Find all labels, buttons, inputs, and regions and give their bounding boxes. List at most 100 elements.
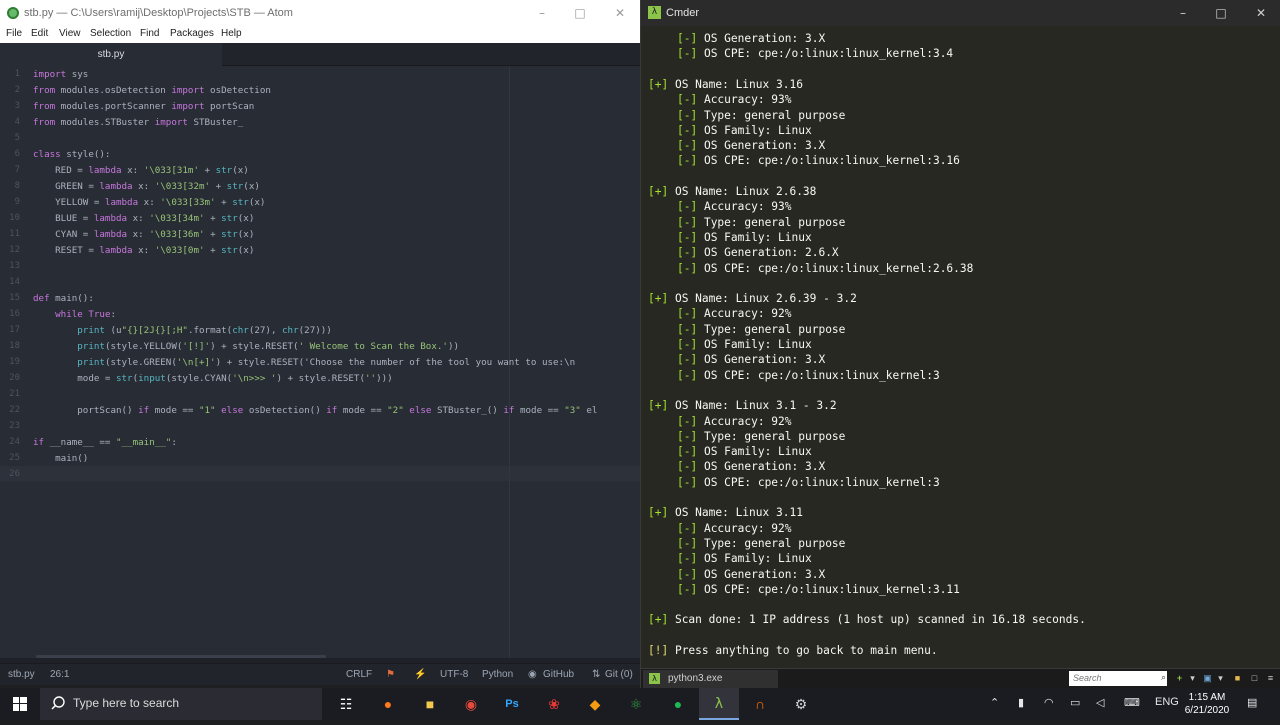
spotify-icon[interactable]: ● [658,688,698,720]
atom-title-bar[interactable]: stb.py — C:\Users\ramij\Desktop\Projects… [0,0,640,26]
chevron-down-icon[interactable]: ▾ [1186,672,1199,685]
status-file-name[interactable]: stb.py [8,669,35,680]
microphone-icon[interactable]: ▮ [1018,696,1024,709]
menu-file[interactable]: File [6,28,22,39]
menu-packages[interactable]: Packages [170,28,214,39]
status-encoding[interactable]: UTF-8 [440,669,468,680]
minimize-icon[interactable]: – [1163,0,1203,26]
code-line[interactable]: print(style.YELLOW('[!]') + style.RESET(… [33,341,459,352]
menu-help[interactable]: Help [221,28,242,39]
os-entry-generation: [-] OS Generation: 2.6.X [677,246,839,260]
new-console-icon[interactable]: + [1173,672,1186,685]
os-entry-cpe: [-] OS CPE: cpe:/o:linux:linux_kernel:3.… [677,582,960,596]
tab-label: python3.exe [668,673,723,684]
tab-stb-py[interactable]: stb.py [0,43,222,66]
cmder-icon[interactable]: λ [699,688,739,720]
cmder-title-bar[interactable]: λ Cmder – □ ✕ [641,0,1280,26]
plug-icon[interactable]: ⚡ [414,669,426,680]
code-line[interactable]: def main(): [33,293,94,304]
code-line[interactable]: import sys [33,69,88,80]
scan-done-line: [+] Scan done: 1 IP address (1 host up) … [648,613,1086,627]
code-line[interactable]: CYAN = lambda x: '\033[36m' + str(x) [33,229,254,240]
wifi-icon[interactable]: ◠ [1044,696,1054,709]
os-entry-name: [+] OS Name: Linux 2.6.39 - 3.2 [648,292,857,306]
github-desktop-icon[interactable]: ⚙ [781,688,821,720]
clock-date: 6/21/2020 [1184,705,1230,716]
keyboard-icon[interactable]: ⌨ [1124,696,1140,709]
task-view-icon[interactable]: ☷ [326,688,366,720]
code-line[interactable]: if __name__ == "__main__": [33,437,177,448]
code-line[interactable]: from modules.portScanner import portScan [33,101,254,112]
atom-icon[interactable]: ⚛ [616,688,656,720]
os-entry-accuracy: [-] Accuracy: 92% [677,307,792,321]
horizontal-scrollbar[interactable] [36,655,326,658]
menu-view[interactable]: View [59,28,81,39]
code-editor[interactable]: 1 2 3 4 5 6 7 8 9 10 11 12 13 14 15 16 17 18 19 20 21 22 23 24 2… [0,66,640,658]
status-line-ending[interactable]: CRLF [346,669,372,680]
cherry-icon[interactable]: ❀ [534,688,574,720]
file-icon[interactable]: ⚑ [386,669,395,680]
headset-icon[interactable]: ∩ [740,688,780,720]
terminal-output[interactable]: [-] OS Generation: 3.X [-] OS CPE: cpe:/o… [641,26,1280,666]
status-grammar[interactable]: Python [482,669,513,680]
code-line[interactable]: main() [33,453,88,464]
code-line[interactable]: RED = lambda x: '\033[31m' + str(x) [33,165,249,176]
lock-icon[interactable]: ■ [1231,672,1244,685]
line-number: 12 [9,245,20,255]
menu-find[interactable]: Find [140,28,159,39]
menu-selection[interactable]: Selection [90,28,131,39]
cmder-search-input[interactable]: Search [1069,671,1167,686]
code-line[interactable]: RESET = lambda x: '\033[0m' + str(x) [33,245,254,256]
notification-icon[interactable]: ▤ [1247,696,1257,709]
code-line[interactable]: portScan() if mode == "1" else osDetecti… [33,405,597,416]
code-line[interactable]: mode = str(input(style.CYAN('\n>>> ') + … [33,373,392,384]
menu-edit[interactable]: Edit [31,28,48,39]
code-line[interactable]: BLUE = lambda x: '\033[34m' + str(x) [33,213,254,224]
line-number: 17 [9,325,20,335]
maximize-icon[interactable]: □ [1201,0,1241,26]
taskbar-search[interactable]: Type here to search [40,688,322,720]
line-number: 22 [9,405,20,415]
line-number: 2 [14,85,20,95]
git-branch-icon[interactable]: ⇅ [592,669,600,680]
code-line[interactable]: print(style.GREEN('\n[+]') + style.RESET… [33,357,575,368]
code-line[interactable]: print (u"{}[2J{}[;H".format(chr(27), chr… [33,325,332,336]
close-icon[interactable]: ✕ [1241,0,1280,26]
code-line[interactable]: while True: [33,309,116,320]
status-cursor-position[interactable]: 26:1 [50,669,69,680]
line-number: 11 [9,229,20,239]
clock[interactable]: 1:15 AM 6/21/2020 [1176,691,1238,717]
code-line[interactable]: YELLOW = lambda x: '\033[33m' + str(x) [33,197,265,208]
windows-logo-icon [13,697,27,711]
atom-app-icon [7,7,19,19]
os-entry-generation: [-] OS Generation: 3.X [677,460,826,474]
menu-icon[interactable]: ≡ [1264,672,1277,685]
atom-tab-bar: stb.py [0,43,640,66]
minimize-icon[interactable]: – [522,0,562,26]
github-icon[interactable]: ◉ [528,669,537,680]
chevron-down-icon[interactable]: ▾ [1214,672,1227,685]
search-icon[interactable]: ⌕ [1157,671,1170,684]
chrome-icon[interactable]: ◉ [451,688,491,720]
code-line[interactable]: GREEN = lambda x: '\033[32m' + str(x) [33,181,260,192]
firefox-icon[interactable]: ● [368,688,408,720]
status-github[interactable]: GitHub [543,669,574,680]
app-diamond-icon[interactable]: ◆ [575,688,615,720]
volume-icon[interactable]: ◁ [1096,696,1104,709]
status-git[interactable]: Git (0) [605,669,633,680]
close-icon[interactable]: ✕ [600,0,640,26]
code-line[interactable]: class style(): [33,149,110,160]
start-button[interactable] [0,688,40,720]
photoshop-icon[interactable]: Ps [492,688,532,720]
tab-python3-exe[interactable]: λ python3.exe [643,670,778,688]
battery-icon[interactable]: ▭ [1070,696,1080,709]
maximize-icon[interactable]: □ [560,0,600,26]
code-line[interactable]: from modules.STBuster import STBuster_ [33,117,243,128]
chevron-up-icon[interactable]: ⌃ [990,696,999,709]
code-line[interactable]: from modules.osDetection import osDetect… [33,85,271,96]
file-explorer-icon[interactable]: ■ [410,688,450,720]
split-view-icon[interactable]: ▣ [1201,672,1214,685]
line-number: 6 [14,149,20,159]
window-icon[interactable]: □ [1248,672,1261,685]
line-number: 8 [14,181,20,191]
